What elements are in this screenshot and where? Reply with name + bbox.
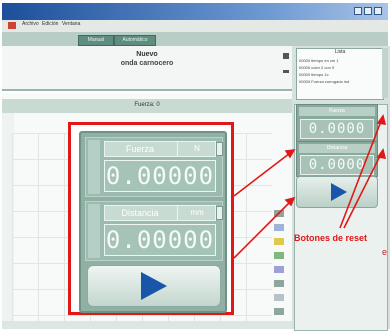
status-bar [2, 321, 292, 329]
edge-mark: e [382, 247, 388, 257]
annotation-label: Botones de reset [294, 233, 368, 243]
annotation-arrows [233, 114, 387, 259]
